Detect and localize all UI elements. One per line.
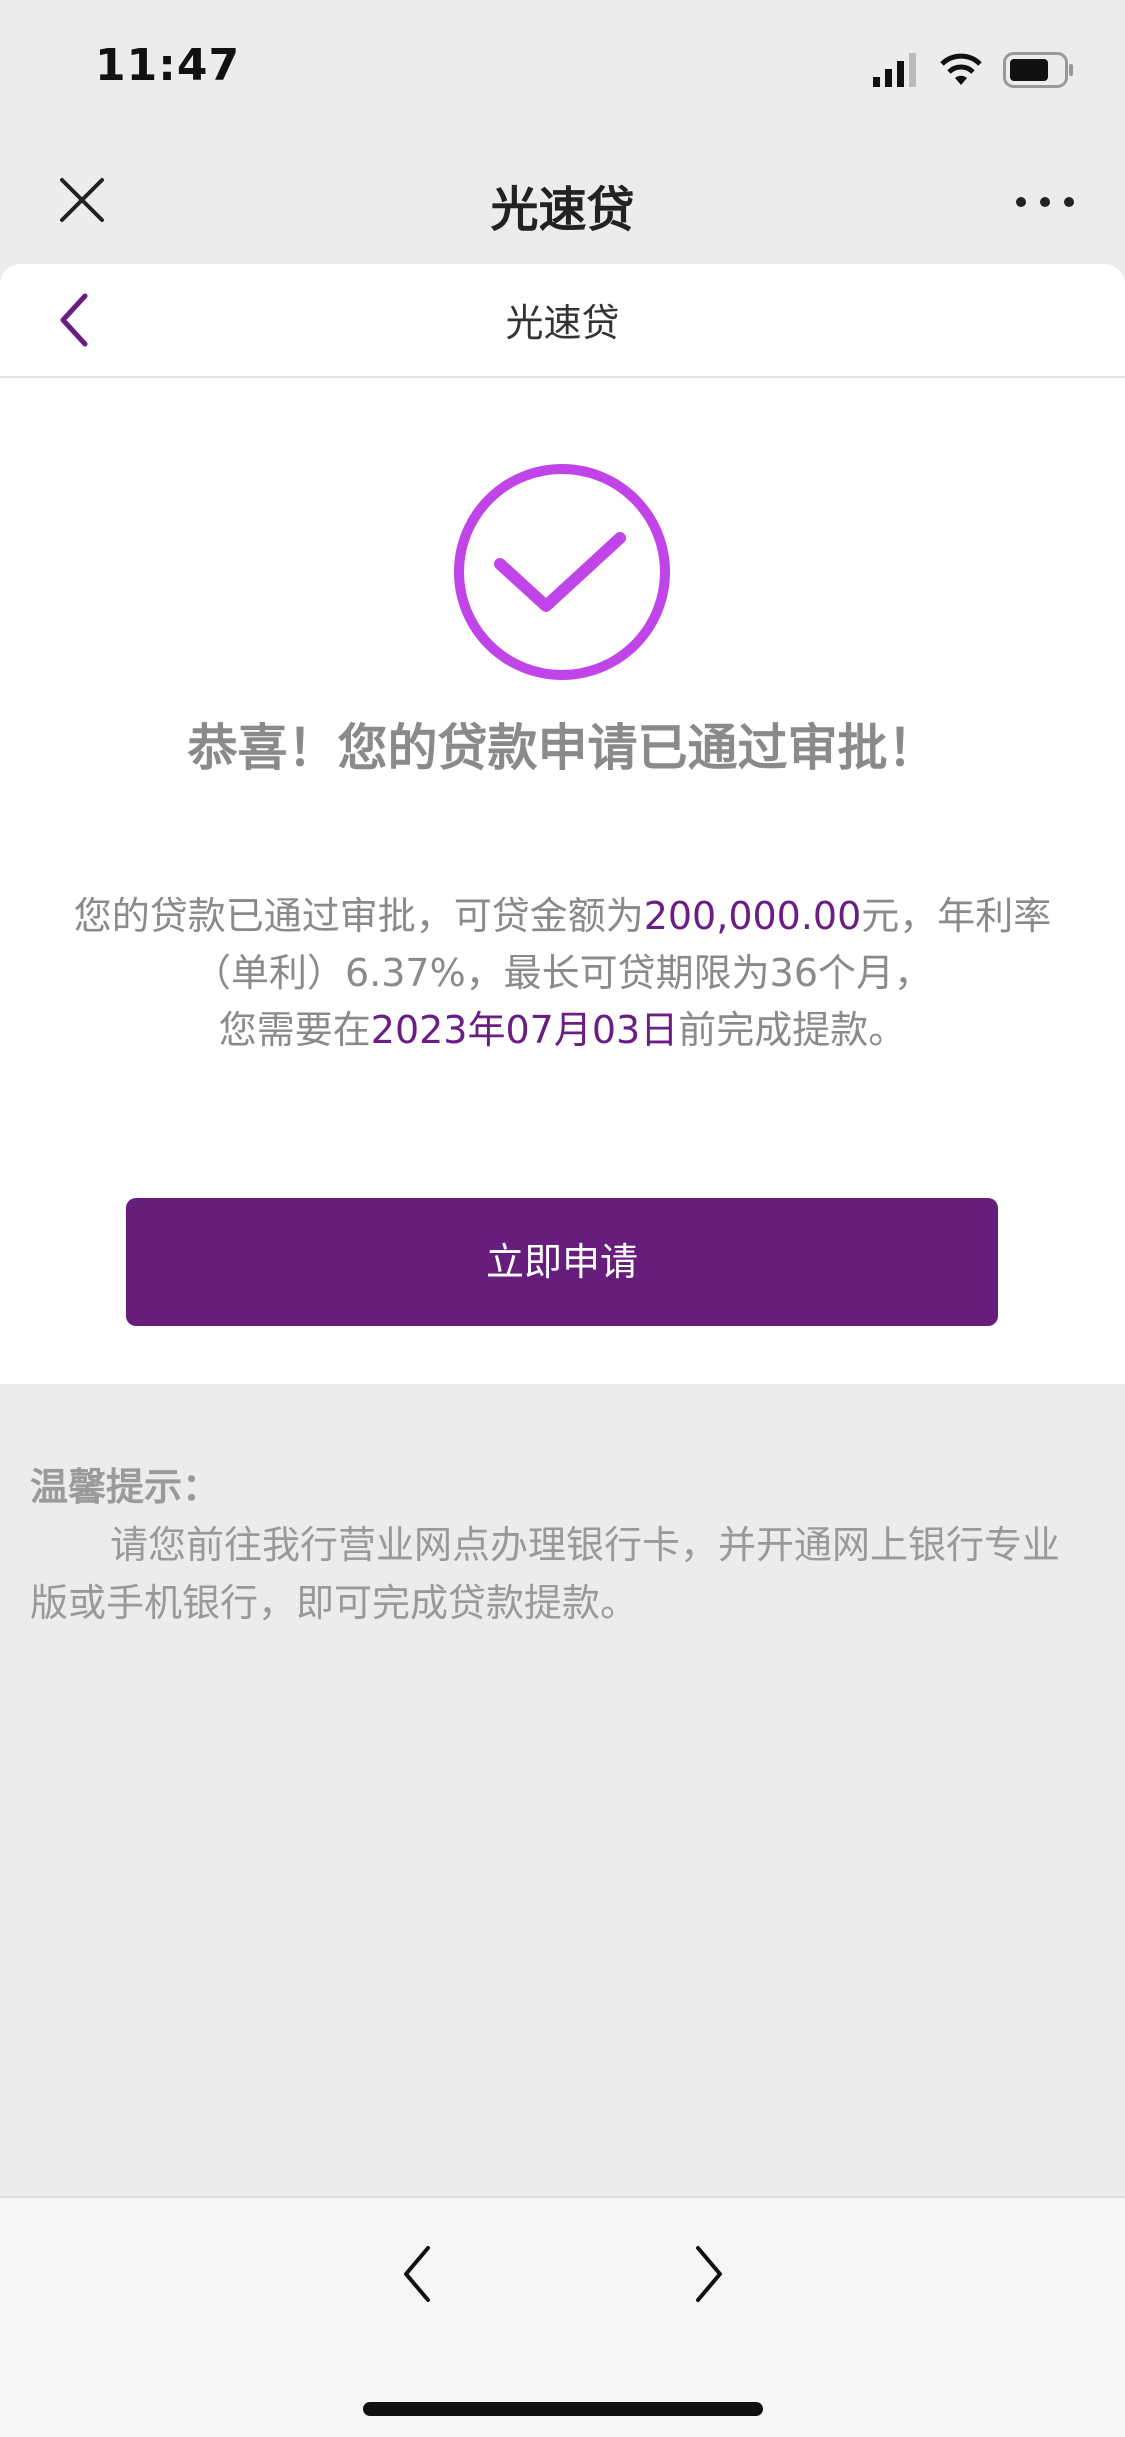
status-bar: 11:47 — [0, 0, 1125, 140]
nav-title: 光速贷 — [490, 182, 635, 238]
desc-text-3: 您需要在 — [218, 1008, 371, 1052]
check-circle-icon — [454, 464, 670, 680]
sub-title: 光速贷 — [505, 301, 620, 345]
desc-text-4: 前完成提款。 — [678, 1008, 907, 1052]
signal-icon — [873, 53, 916, 87]
status-icons — [873, 52, 1075, 88]
loan-amount: 200,000.00 — [643, 894, 862, 938]
tips-title: 温馨提示： — [30, 1465, 221, 1509]
wifi-icon — [940, 53, 982, 85]
tips-section: 温馨提示： 请您前往我行营业网点办理银行卡，并开通网上银行专业版或手机银行，即可… — [30, 1458, 1085, 1632]
prev-icon[interactable] — [398, 2242, 438, 2306]
next-icon[interactable] — [688, 2242, 728, 2306]
deadline-date: 2023年07月03日 — [370, 1008, 679, 1052]
sub-header: 光速贷 — [0, 264, 1125, 378]
battery-icon — [1003, 52, 1073, 88]
tips-body: 请您前往我行营业网点办理银行卡，并开通网上银行专业版或手机银行，即可完成贷款提款… — [30, 1523, 1061, 1625]
approval-headline: 恭喜！您的贷款申请已通过审批！ — [187, 719, 938, 777]
nav-bar: 光速贷 — [0, 140, 1125, 264]
more-icon[interactable] — [1015, 196, 1075, 208]
status-time: 11:47 — [95, 40, 241, 91]
loan-description: 您的贷款已通过审批，可贷金额为200,000.00元，年利率（单利）6.37%，… — [70, 888, 1055, 1059]
browser-toolbar — [0, 2196, 1125, 2437]
apply-now-button[interactable]: 立即申请 — [126, 1198, 998, 1326]
desc-text-1: 您的贷款已通过审批，可贷金额为 — [73, 894, 644, 938]
home-indicator — [363, 2402, 763, 2416]
result-card: 恭喜！您的贷款申请已通过审批！ 您的贷款已通过审批，可贷金额为200,000.0… — [0, 378, 1125, 1384]
